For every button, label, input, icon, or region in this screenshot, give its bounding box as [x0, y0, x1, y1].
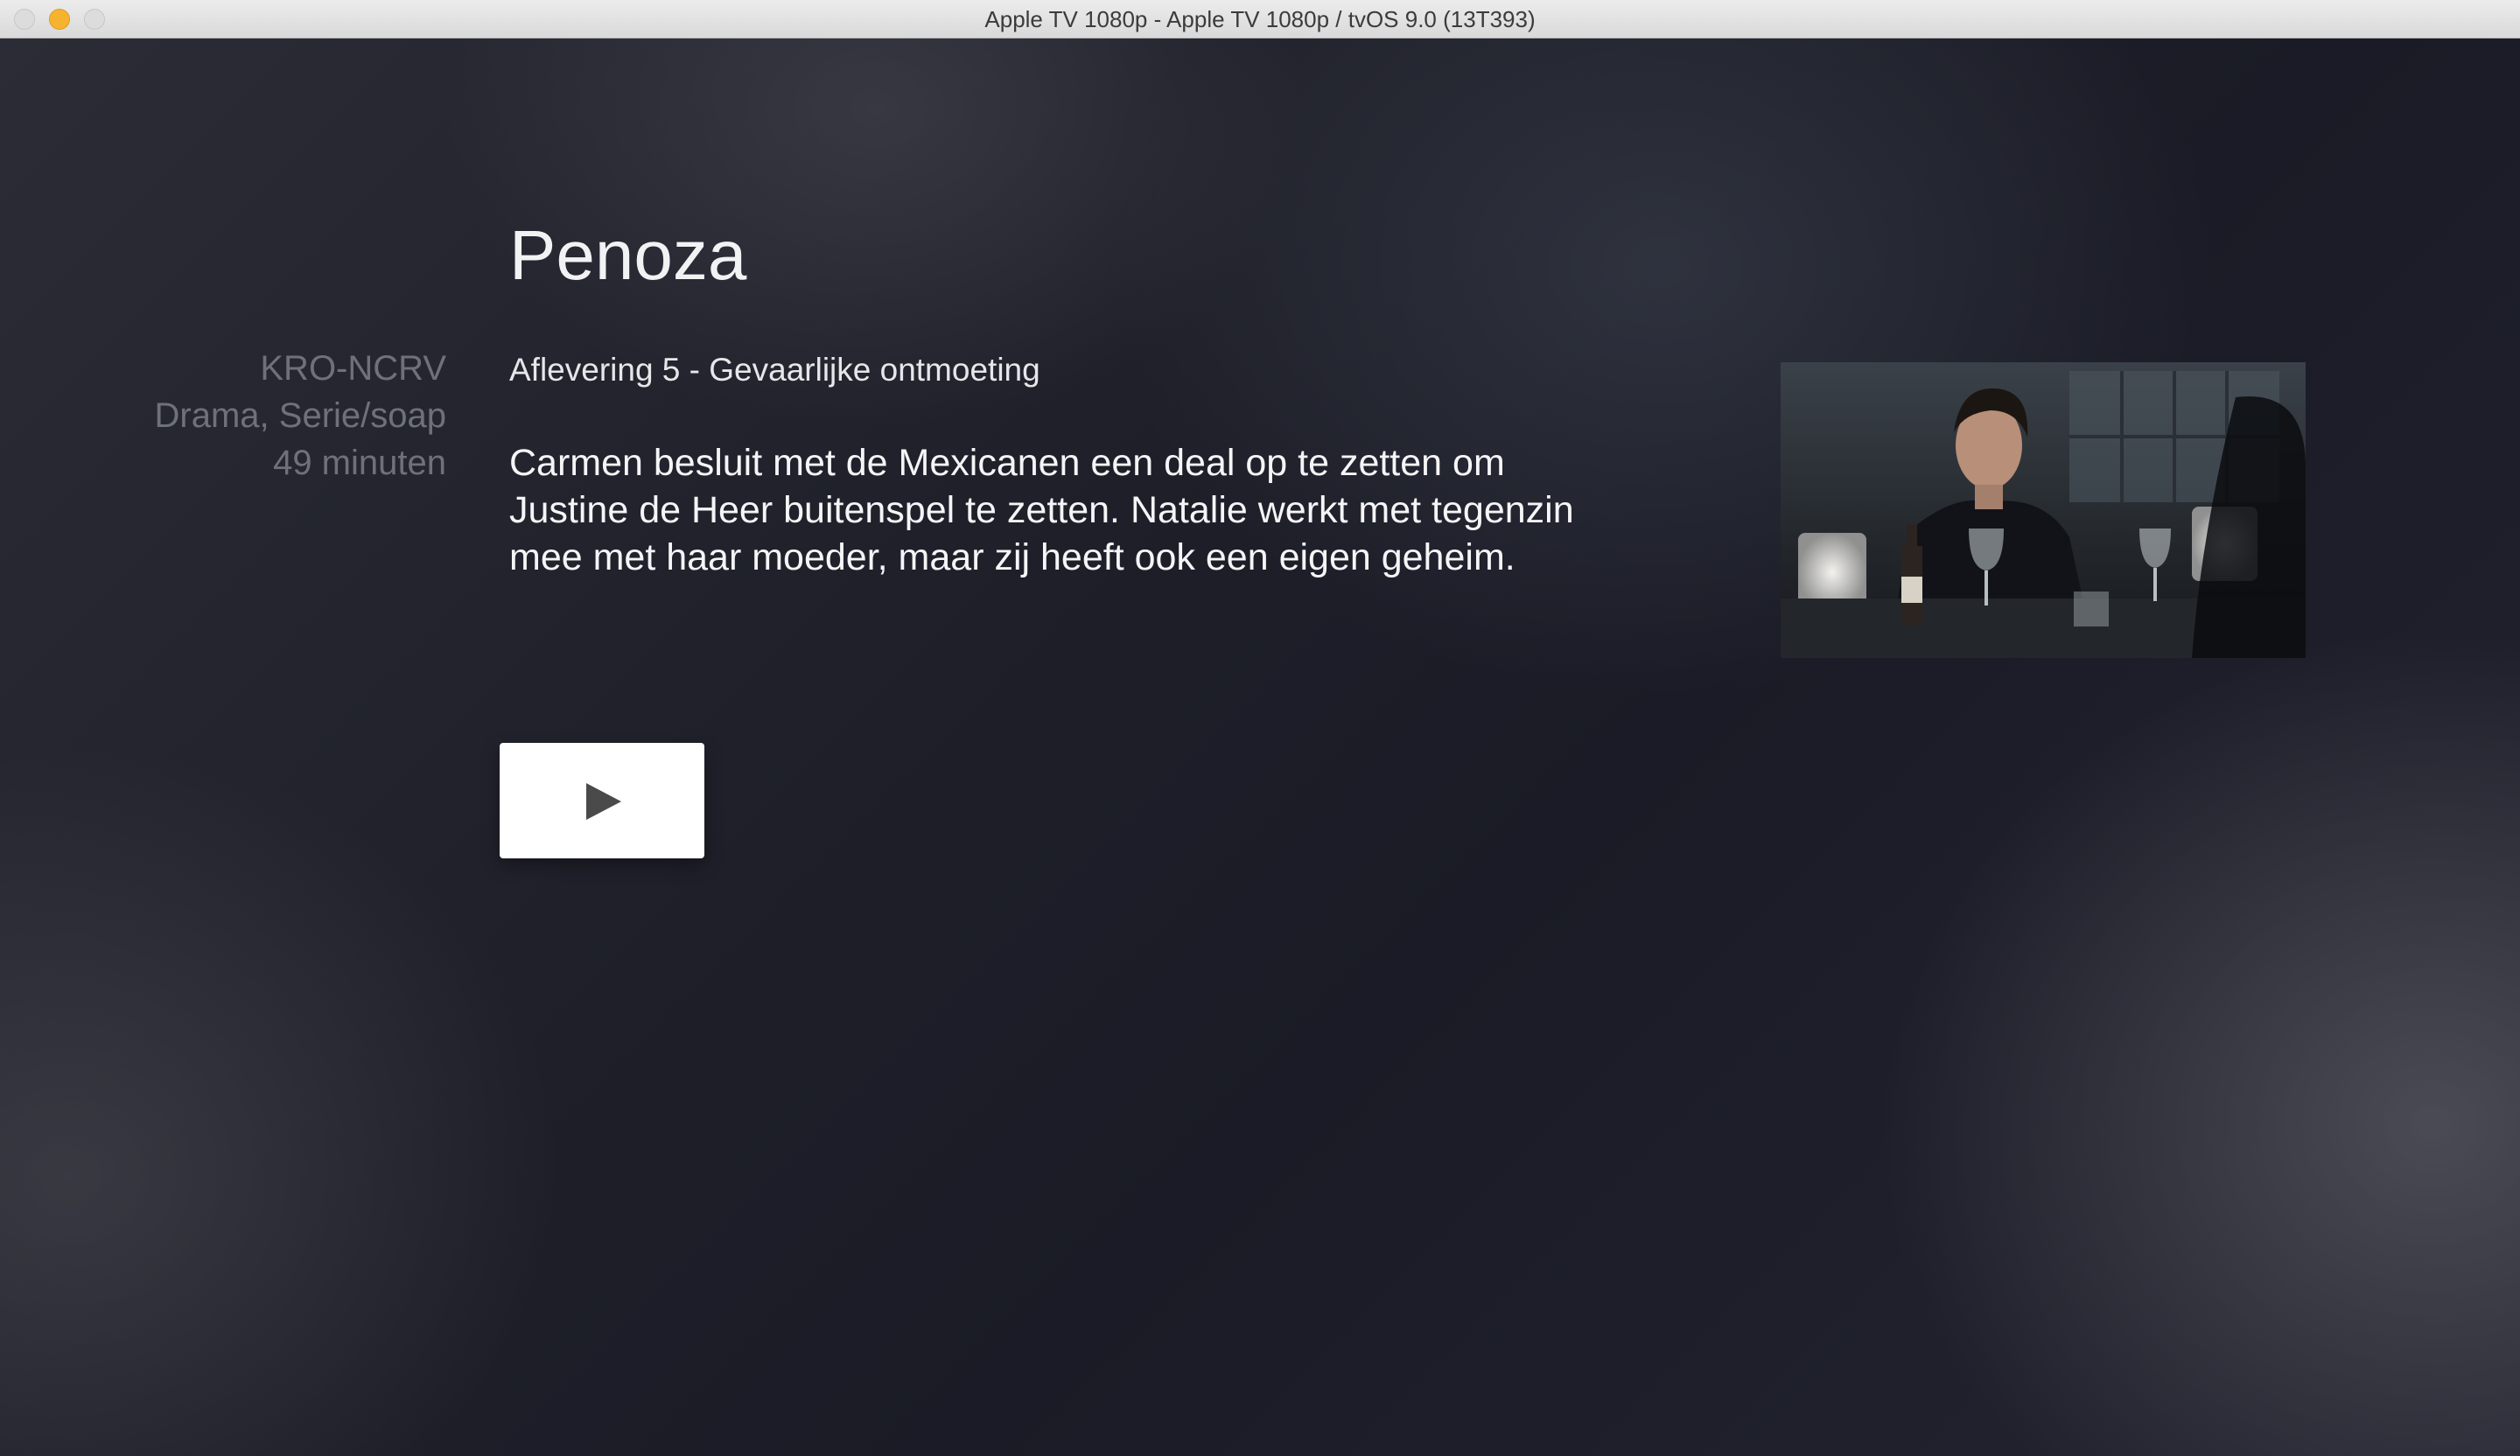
duration-label: 49 minuten — [273, 444, 446, 482]
program-meta: KRO-NCRV Drama, Serie/soap 49 minuten — [88, 345, 446, 486]
simulator-window: Apple TV 1080p - Apple TV 1080p / tvOS 9… — [0, 0, 2520, 1456]
play-icon — [586, 783, 621, 820]
window-title: Apple TV 1080p - Apple TV 1080p / tvOS 9… — [984, 6, 1536, 32]
episode-thumbnail-image — [1781, 362, 2306, 658]
genre-label: Drama, Serie/soap — [154, 396, 446, 435]
show-title: Penoza — [509, 216, 747, 294]
window-titlebar: Apple TV 1080p - Apple TV 1080p / tvOS 9… — [0, 0, 2520, 38]
tvos-screen: KRO-NCRV Drama, Serie/soap 49 minuten Pe… — [0, 38, 2520, 1456]
episode-description: Carmen besluit met de Mexicanen een deal… — [509, 442, 1574, 578]
broadcaster-label: KRO-NCRV — [260, 349, 446, 388]
episode-thumbnail — [1781, 362, 2306, 658]
play-button[interactable] — [500, 743, 704, 858]
episode-title: Aflevering 5 - Gevaarlijke ontmoeting — [509, 352, 1040, 388]
